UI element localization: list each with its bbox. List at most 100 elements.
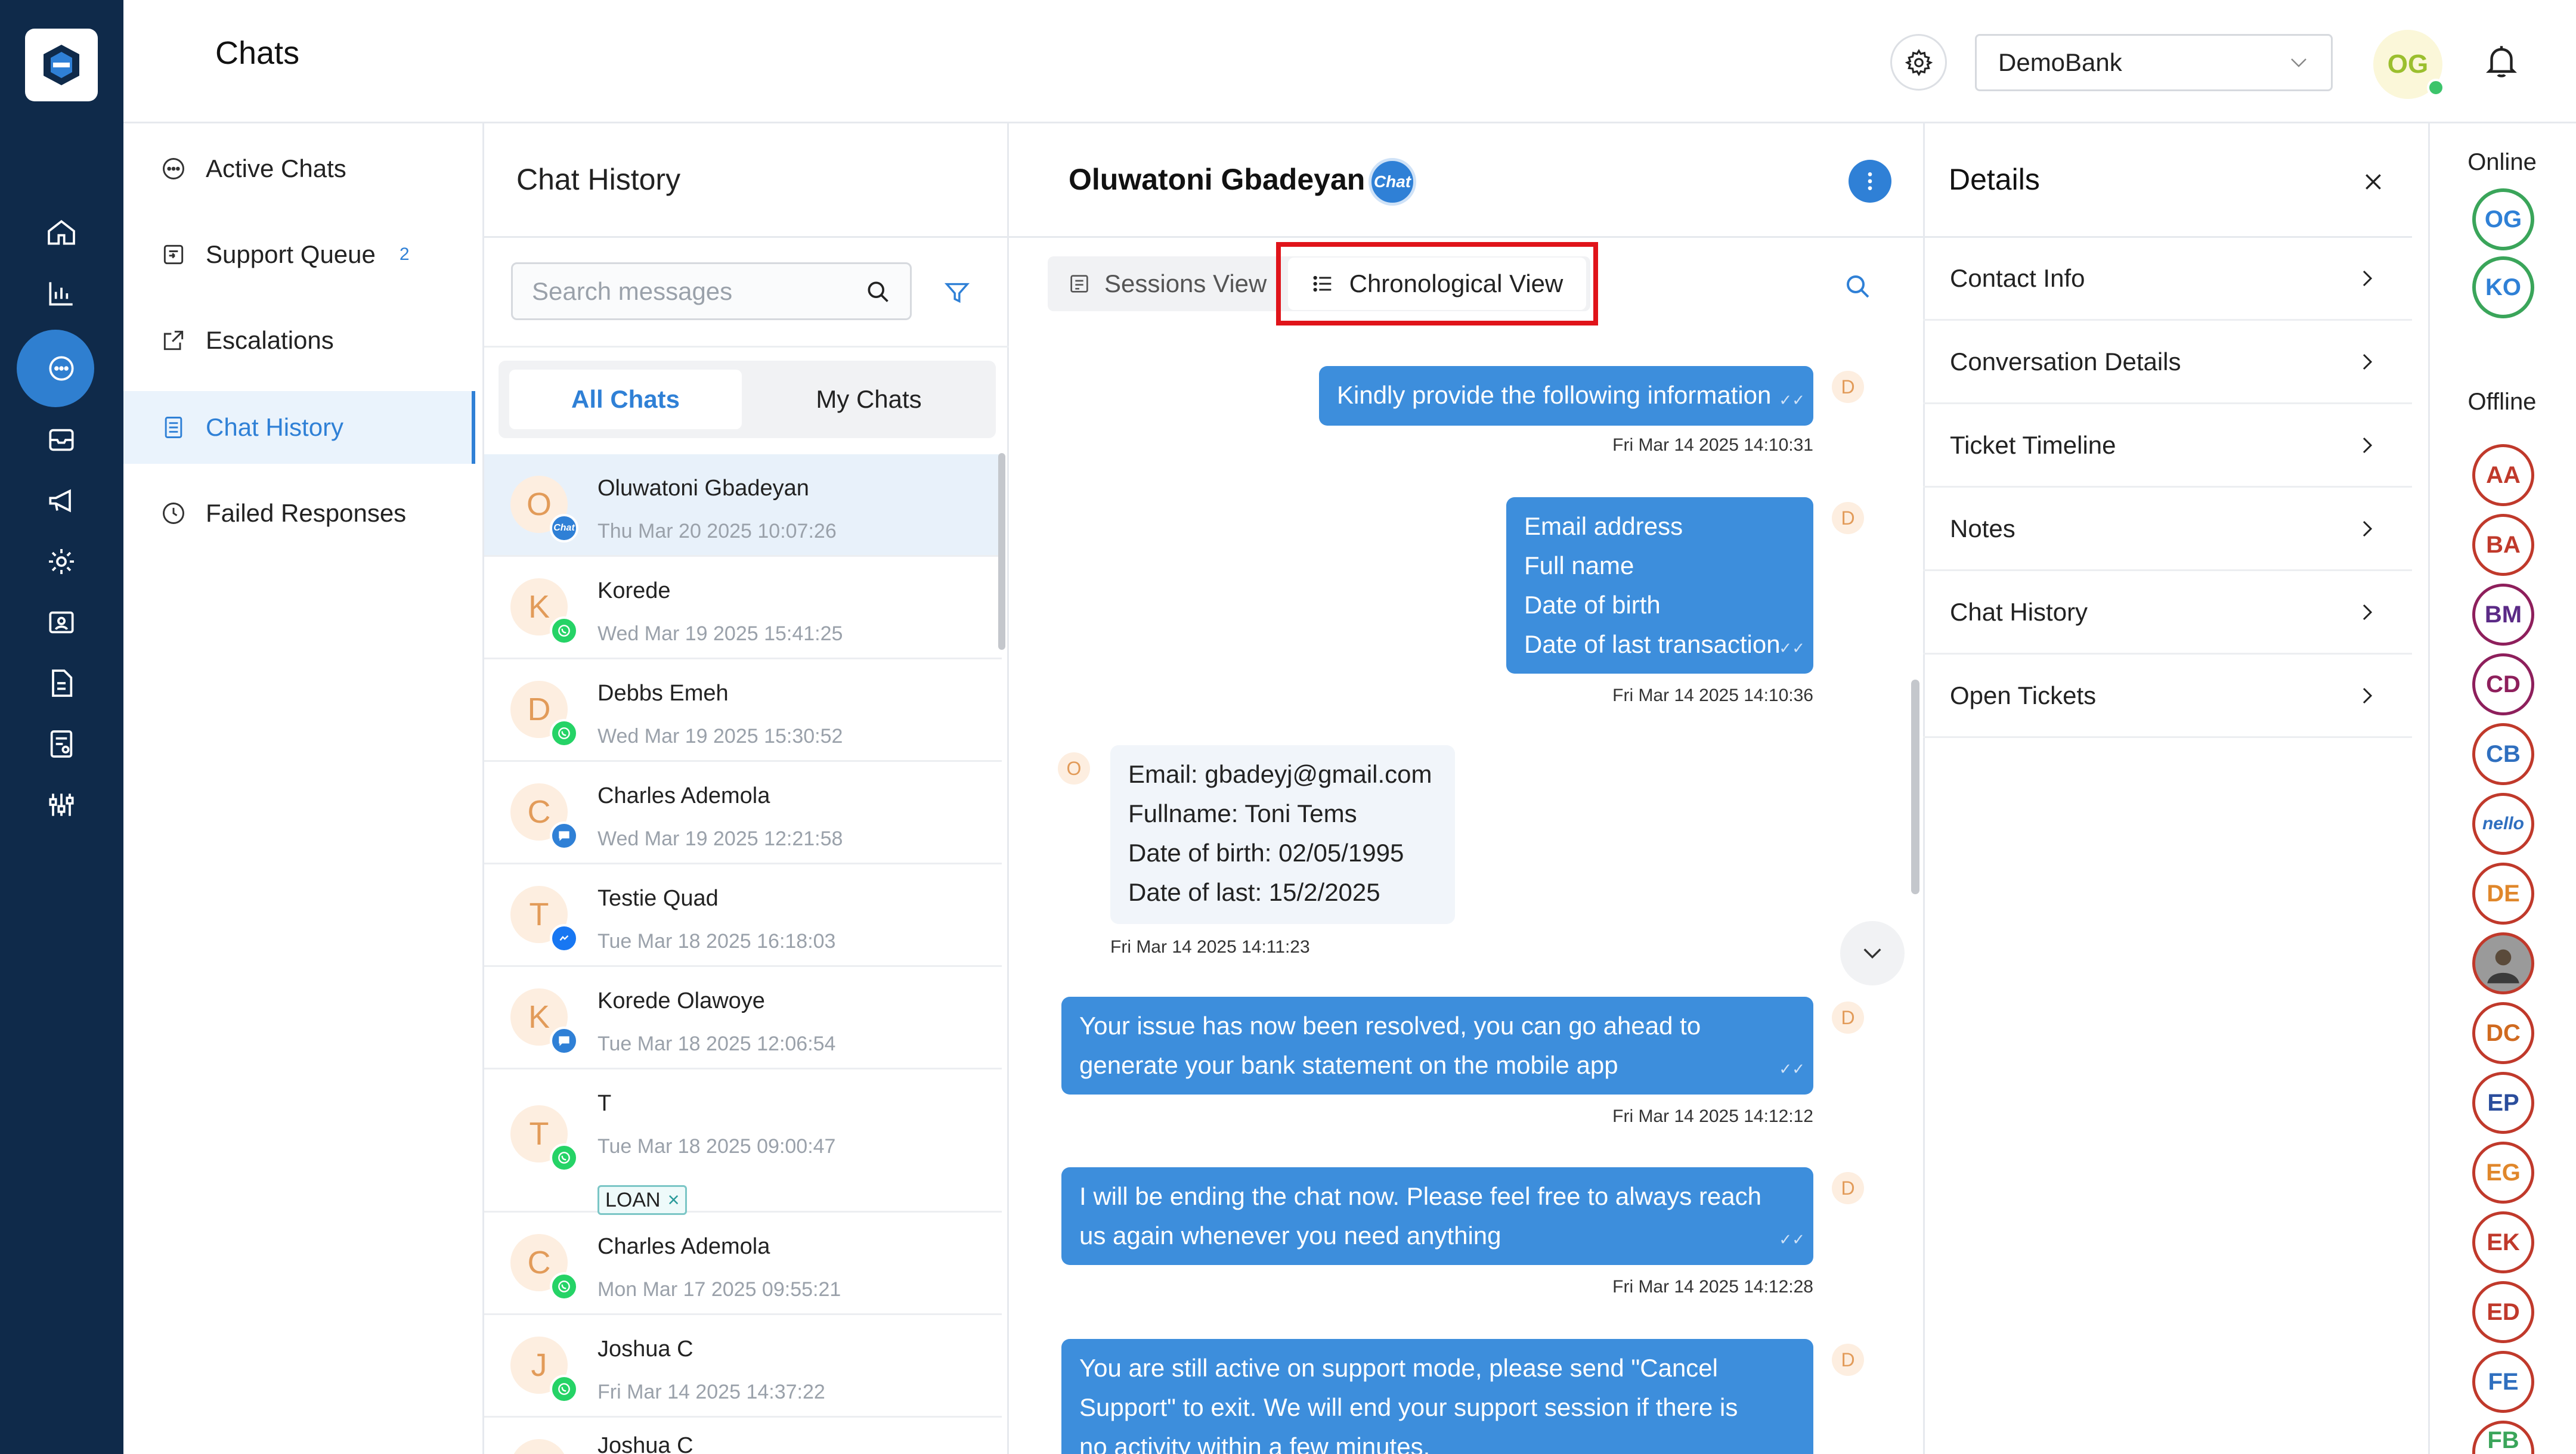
online-status-dot	[2427, 79, 2445, 97]
conversation-search-button[interactable]	[1837, 265, 1878, 307]
conversation-scrollbar[interactable]	[1911, 680, 1919, 894]
chat-list-item[interactable]: K Korede Wed Mar 19 2025 15:41:25	[484, 557, 1002, 659]
filter-button[interactable]	[936, 271, 978, 313]
message-text: Email address	[1524, 512, 1683, 540]
message-text: You are still active on support mode, pl…	[1079, 1354, 1718, 1382]
search-icon	[1847, 275, 1869, 298]
agent-message-bubble: I will be ending the chat now. Please fe…	[1061, 1167, 1813, 1265]
close-details-button[interactable]	[2352, 161, 2394, 203]
agent-avatar-offline[interactable]: DC	[2472, 1002, 2534, 1064]
agent-avatar-online[interactable]: KO	[2472, 256, 2534, 318]
gear-icon[interactable]	[32, 538, 91, 585]
customer-avatar: O	[1058, 752, 1090, 785]
agent-avatar: D	[1832, 1344, 1864, 1376]
chat-list-item[interactable]: J Joshua C Fri Mar 14 2025 14:37:22	[484, 1315, 1002, 1418]
agent-avatar-offline[interactable]: EG	[2472, 1142, 2534, 1204]
page-title: Chats	[215, 35, 300, 71]
conversation-contact-name: Oluwatoni Gbadeyan	[1069, 163, 1366, 196]
message-text: Email: gbadeyj@gmail.com	[1128, 760, 1432, 788]
agent-avatar-offline[interactable]: BM	[2472, 584, 2534, 646]
support-queue-count-badge: 2	[399, 244, 410, 264]
message-timestamp: Fri Mar 14 2025 14:12:12	[1612, 1106, 1813, 1126]
agent-avatar: D	[1832, 1172, 1864, 1204]
nav-label: Escalations	[206, 326, 334, 354]
search-messages-input[interactable]: Search messages	[511, 262, 912, 320]
chat-tag: LOAN ×	[597, 1185, 688, 1215]
list-scrollbar[interactable]	[998, 453, 1005, 650]
bank-select[interactable]: DemoBank	[1975, 34, 2333, 91]
contact-name: Joshua C	[597, 1433, 693, 1454]
megaphone-icon[interactable]	[32, 477, 91, 525]
nav-chat-history[interactable]: Chat History	[123, 391, 475, 464]
agent-avatar-offline[interactable]: FE	[2472, 1351, 2534, 1413]
agent-avatar-offline[interactable]: CB	[2472, 723, 2534, 785]
nav-support-queue[interactable]: Support Queue 2	[123, 218, 475, 291]
id-card-icon[interactable]	[32, 599, 91, 646]
notifications-button[interactable]	[2475, 34, 2528, 88]
agent-avatar-offline[interactable]: EP	[2472, 1072, 2534, 1134]
nav-label: Chat History	[206, 413, 344, 441]
details-row-chat-history[interactable]: Chat History	[1923, 571, 2412, 655]
nav-active-chats[interactable]: Active Chats	[123, 132, 475, 205]
details-row-conversation-details[interactable]: Conversation Details	[1923, 321, 2412, 404]
home-icon[interactable]	[32, 209, 91, 256]
sessions-icon	[1070, 275, 1088, 293]
chevron-right-icon	[2363, 437, 2373, 453]
contact-avatar: J	[510, 1439, 568, 1454]
settings-button[interactable]	[1890, 34, 1947, 91]
agent-message-bubble: Your issue has now been resolved, you ca…	[1061, 997, 1813, 1095]
queue-icon	[159, 240, 188, 269]
message-text: Support" to exit. We will end your suppo…	[1079, 1393, 1738, 1421]
details-row-notes[interactable]: Notes	[1923, 488, 2412, 571]
bar-chart-icon[interactable]	[32, 269, 91, 317]
agent-avatar: D	[1832, 1002, 1864, 1034]
sliders-icon[interactable]	[32, 781, 91, 829]
chat-timestamp: Tue Mar 18 2025 12:06:54	[597, 1033, 836, 1055]
details-row-ticket-timeline[interactable]: Ticket Timeline	[1923, 404, 2412, 488]
chat-list-item[interactable]: D Debbs Emeh Wed Mar 19 2025 15:30:52	[484, 659, 1002, 762]
agent-avatar-offline[interactable]: AA	[2472, 444, 2534, 506]
agent-avatar-offline[interactable]: BA	[2472, 514, 2534, 576]
document-icon[interactable]	[32, 659, 91, 707]
agent-avatar-offline[interactable]: EK	[2472, 1211, 2534, 1273]
agent-avatar-offline[interactable]: DE	[2472, 863, 2534, 925]
scroll-to-bottom-button[interactable]	[1840, 921, 1905, 985]
inbox-icon[interactable]	[32, 416, 91, 464]
remove-tag-icon[interactable]: ×	[668, 1189, 680, 1212]
chat-list-item[interactable]: J Joshua C	[484, 1418, 1002, 1454]
app-logo[interactable]	[25, 29, 98, 101]
report-icon[interactable]	[32, 720, 91, 768]
chat-list-item[interactable]: O Chat Oluwatoni Gbadeyan Thu Mar 20 202…	[484, 454, 1002, 557]
highlight-box	[1276, 242, 1598, 325]
tab-my-chats[interactable]: My Chats	[753, 370, 985, 429]
chat-list-item[interactable]: K Korede Olawoye Tue Mar 18 2025 12:06:5…	[484, 967, 1002, 1069]
agent-avatar-offline[interactable]: nello	[2472, 793, 2534, 855]
chat-timestamp: Wed Mar 19 2025 15:30:52	[597, 725, 843, 748]
conversation-menu-button[interactable]	[1849, 160, 1891, 203]
agent-avatar-offline[interactable]: ED	[2472, 1281, 2534, 1343]
tab-label: Sessions View	[1104, 269, 1267, 297]
nav-label: Support Queue	[206, 240, 376, 268]
message-text: Full name	[1524, 551, 1634, 579]
whatsapp-channel-icon	[550, 1143, 578, 1172]
chat-list-item[interactable]: T T Tue Mar 18 2025 09:00:47 LOAN ×	[484, 1069, 1002, 1215]
chat-list-item[interactable]: T Testie Quad Tue Mar 18 2025 16:18:03	[484, 864, 1002, 967]
chevron-right-icon	[2363, 604, 2373, 620]
nav-escalations[interactable]: Escalations	[123, 304, 475, 377]
chat-bubble-icon[interactable]	[32, 345, 91, 392]
tab-sessions-view[interactable]: Sessions View	[1067, 262, 1267, 305]
nav-failed-responses[interactable]: Failed Responses	[123, 477, 475, 550]
details-row-open-tickets[interactable]: Open Tickets	[1923, 655, 2412, 738]
agent-avatar-offline-photo[interactable]	[2472, 932, 2534, 994]
tab-all-chats[interactable]: All Chats	[509, 370, 742, 429]
details-row-contact-info[interactable]: Contact Info	[1923, 237, 2412, 321]
message-timestamp: Fri Mar 14 2025 14:11:23	[1110, 937, 1310, 957]
chat-list-item[interactable]: C Charles Ademola Wed Mar 19 2025 12:21:…	[484, 762, 1002, 864]
agent-avatar-online[interactable]: OG	[2472, 188, 2534, 250]
close-icon	[2366, 174, 2381, 190]
agent-avatar-offline[interactable]: CD	[2472, 653, 2534, 715]
message-text: generate your bank statement on the mobi…	[1079, 1051, 1618, 1079]
chat-list-item[interactable]: C Charles Ademola Mon Mar 17 2025 09:55:…	[484, 1213, 1002, 1315]
message-text: I will be ending the chat now. Please fe…	[1079, 1182, 1762, 1210]
read-check-icon: ✓✓	[1779, 1060, 1805, 1078]
